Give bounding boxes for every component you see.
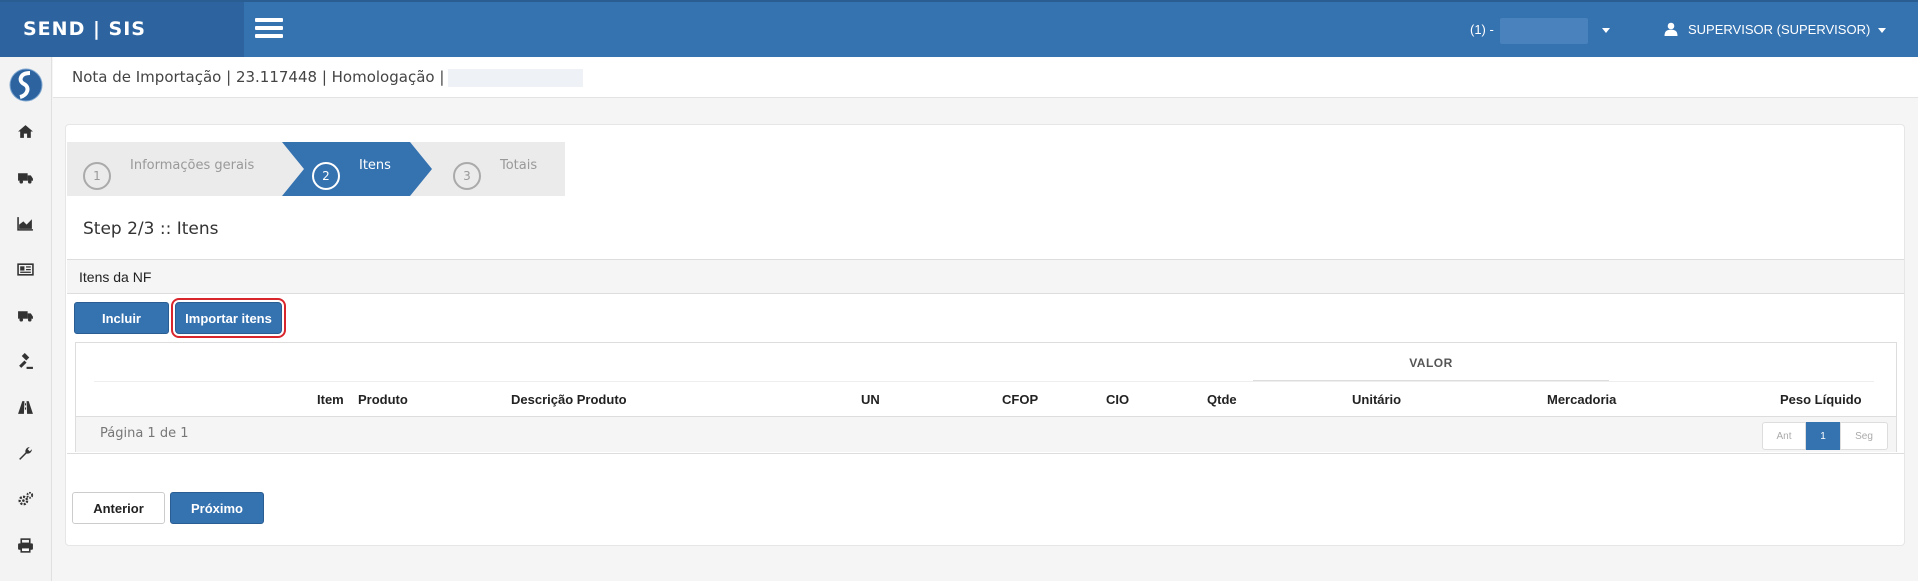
page-title: Nota de Importação | 23.117448 | Homolog… <box>72 57 584 98</box>
sidebar-item-legal[interactable] <box>0 338 51 384</box>
pagination-prev-button[interactable]: Ant <box>1762 422 1806 450</box>
sidebar-item-home[interactable] <box>0 108 51 154</box>
wizard-step-general-info[interactable]: 1 Informações gerais <box>83 142 254 196</box>
sidebar-item-charts[interactable] <box>0 200 51 246</box>
column-header-unitario[interactable]: Unitário <box>1352 392 1401 407</box>
import-items-button[interactable]: Importar itens <box>171 298 286 338</box>
sidebar-item-print[interactable] <box>0 522 51 568</box>
table-footer: Página 1 de 1 Ant 1 Seg <box>76 416 1896 452</box>
divider <box>94 381 1874 382</box>
pagination-info: Página 1 de 1 <box>100 426 189 441</box>
truck-icon <box>18 172 33 184</box>
column-header-un[interactable]: UN <box>861 392 880 407</box>
wizard-step-items[interactable]: 2 Itens <box>282 142 432 196</box>
brand-logo-text[interactable]: SEND | SIS <box>0 2 244 57</box>
wizard-step-totals[interactable]: 3 Totais <box>453 142 537 196</box>
step-number: 3 <box>453 162 481 190</box>
wizard-card: 1 Informações gerais 2 Itens 3 Totais St… <box>65 124 1905 546</box>
redacted-text <box>448 68 584 87</box>
chevron-down-icon <box>1878 28 1887 34</box>
pagination: Ant 1 Seg <box>1762 422 1888 450</box>
company-selector[interactable]: (1) - <box>1470 2 1610 57</box>
pagination-next-button[interactable]: Seg <box>1840 422 1888 450</box>
step-label: Itens <box>359 157 391 173</box>
newspaper-icon <box>17 262 34 276</box>
step-number: 2 <box>312 162 340 190</box>
road-icon <box>18 400 33 414</box>
truck-icon <box>18 310 33 322</box>
user-label: SUPERVISOR (SUPERVISOR) <box>1688 22 1871 37</box>
column-header-qtde[interactable]: Qtde <box>1207 392 1237 407</box>
company-name-redacted <box>1499 17 1588 44</box>
home-icon <box>18 124 33 138</box>
menu-toggle-icon[interactable] <box>255 18 283 38</box>
sidebar <box>0 57 52 581</box>
print-icon <box>18 537 33 553</box>
gears-icon <box>18 491 34 505</box>
step-number: 1 <box>83 162 111 190</box>
user-menu[interactable]: SUPERVISOR (SUPERVISOR) <box>1664 2 1887 57</box>
app-logo-icon[interactable] <box>8 67 44 103</box>
include-button[interactable]: Incluir <box>74 302 169 334</box>
panel-title: Itens da NF <box>67 260 1904 294</box>
column-header-descricao[interactable]: Descrição Produto <box>511 392 627 407</box>
chevron-down-icon <box>1601 28 1610 34</box>
area-chart-icon <box>17 216 33 231</box>
user-icon <box>1664 22 1678 36</box>
sidebar-item-road[interactable] <box>0 384 51 430</box>
step-label: Totais <box>500 157 538 173</box>
column-header-cfop[interactable]: CFOP <box>1002 392 1038 407</box>
step-heading: Step 2/3 :: Itens <box>83 219 219 239</box>
sidebar-item-settings[interactable] <box>0 476 51 522</box>
column-header-cio[interactable]: CIO <box>1106 392 1129 407</box>
column-header-item[interactable]: Item <box>317 392 344 407</box>
column-header-produto[interactable]: Produto <box>358 392 408 407</box>
step-label: Informações gerais <box>130 157 255 173</box>
table-group-header: VALOR <box>76 343 1896 382</box>
pagination-page-1[interactable]: 1 <box>1806 422 1840 450</box>
page-header: Nota de Importação | 23.117448 | Homolog… <box>53 57 1918 98</box>
gavel-icon <box>19 352 33 369</box>
sidebar-item-documents[interactable] <box>0 246 51 292</box>
group-header-valor: VALOR <box>1409 356 1453 370</box>
sidebar-item-logistics[interactable] <box>0 292 51 338</box>
wizard-steps: 1 Informações gerais 2 Itens 3 Totais <box>67 142 565 196</box>
column-header-peso-liquido[interactable]: Peso Líquido <box>1780 392 1862 407</box>
sidebar-item-tools[interactable] <box>0 430 51 476</box>
next-button[interactable]: Próximo <box>170 492 264 524</box>
sidebar-item-transport[interactable] <box>0 154 51 200</box>
items-table: VALOR Item Produto Descrição Produto UN … <box>75 342 1897 452</box>
previous-button[interactable]: Anterior <box>72 492 165 524</box>
company-label: (1) - <box>1470 22 1494 37</box>
column-header-mercadoria[interactable]: Mercadoria <box>1547 392 1616 407</box>
top-navbar: SEND | SIS (1) - SUPERVISOR (SUPERVISOR) <box>0 0 1918 57</box>
items-panel: Itens da NF Incluir Importar itens VALOR… <box>67 259 1904 454</box>
page-title-text: Nota de Importação | 23.117448 | Homolog… <box>72 68 445 86</box>
wrench-icon <box>19 446 32 460</box>
